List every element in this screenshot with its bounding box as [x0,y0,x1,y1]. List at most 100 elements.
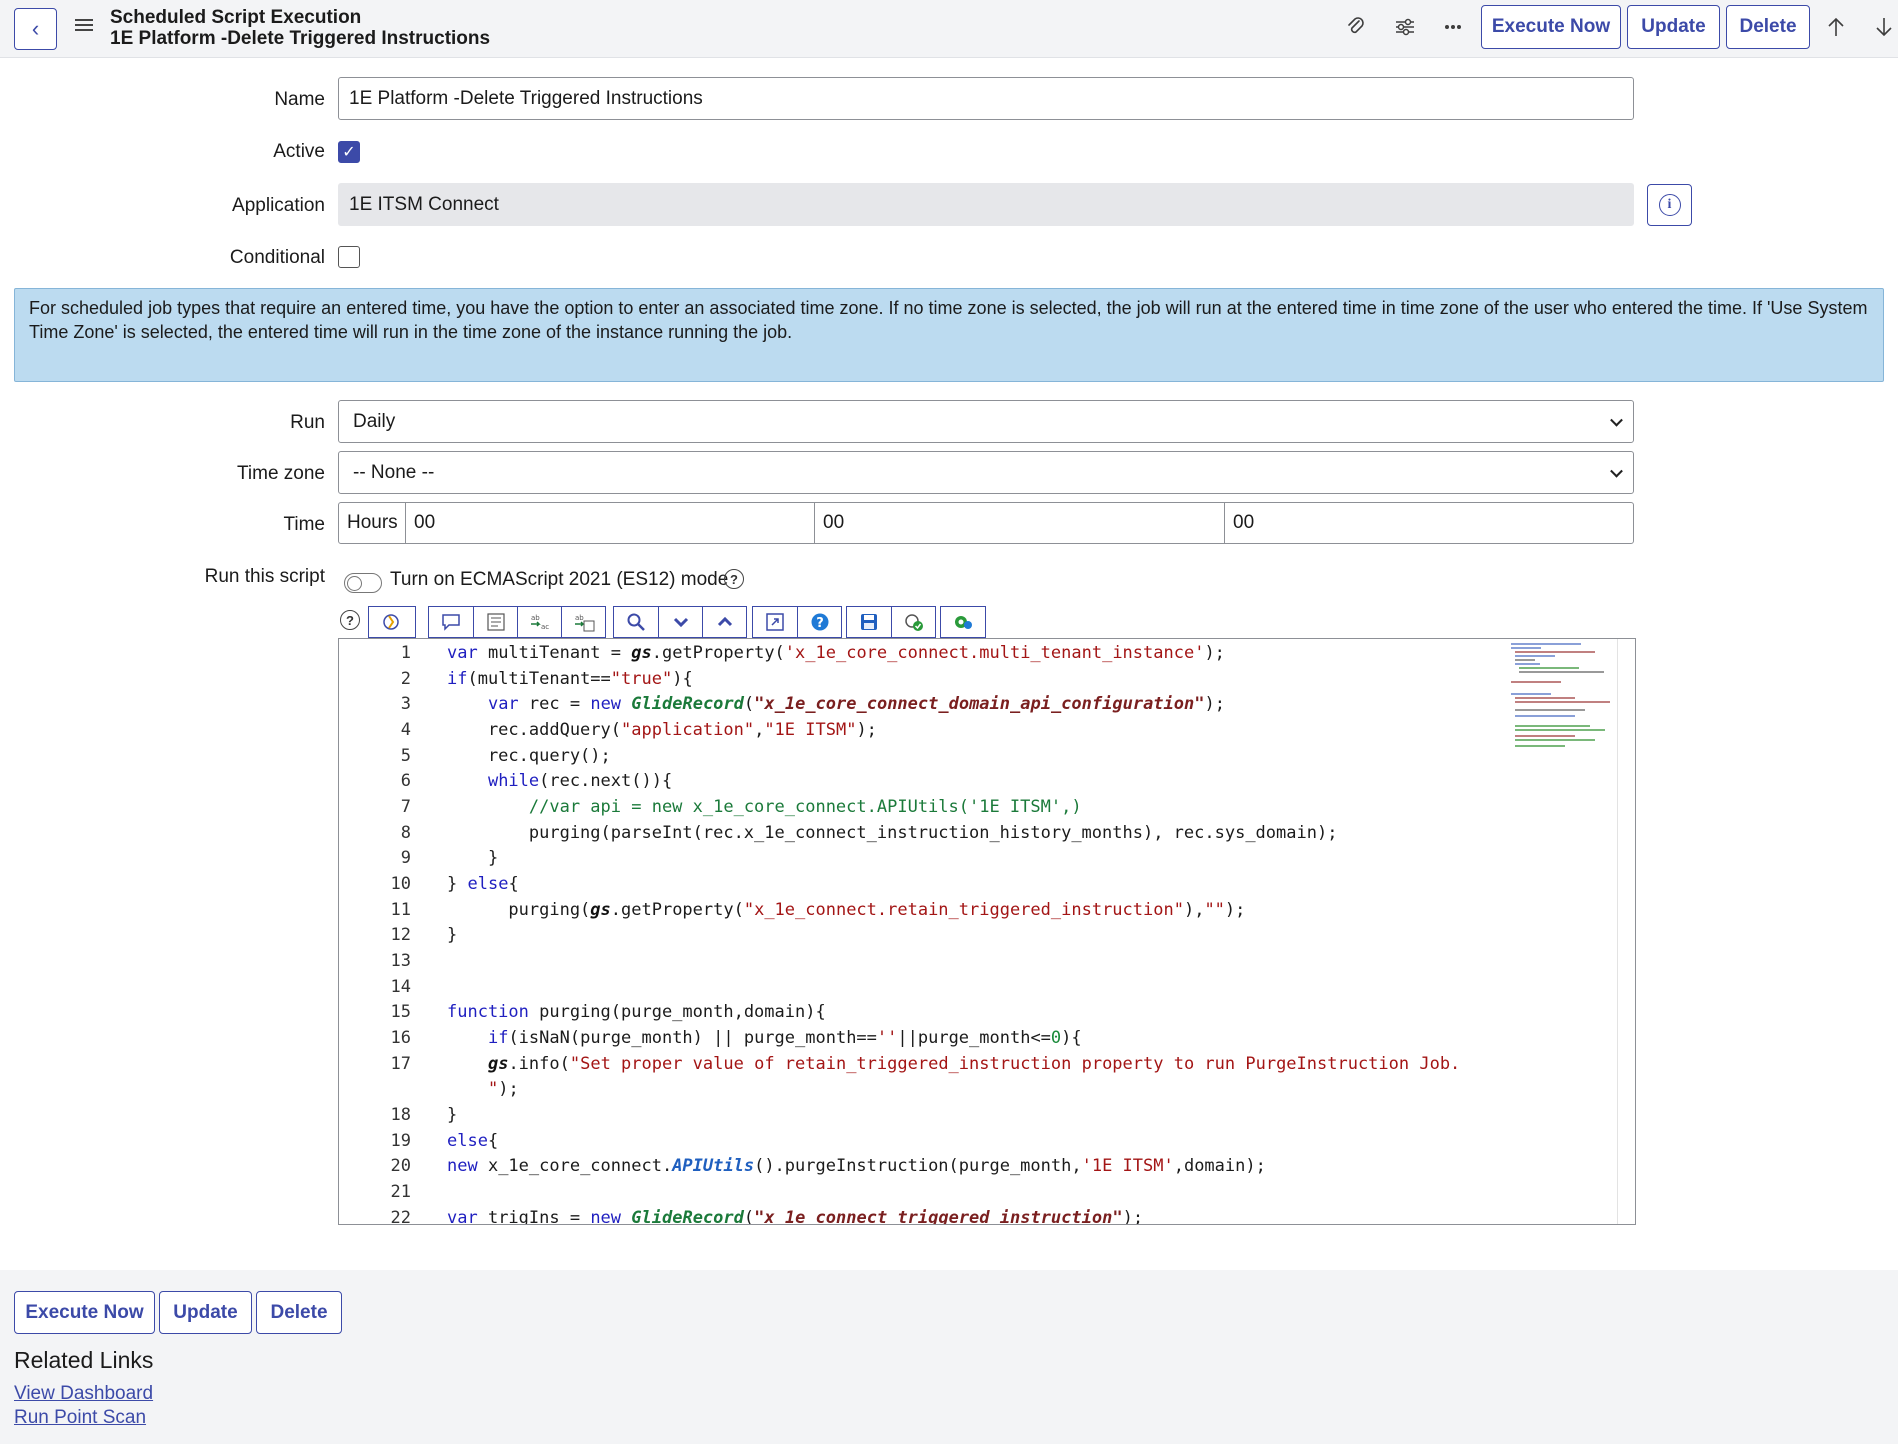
active-checkbox[interactable]: ✓ [338,141,360,163]
back-button[interactable]: ‹ [14,8,57,50]
timezone-label: Time zone [237,463,325,484]
timezone-select[interactable]: -- None -- [338,451,1634,494]
line-number: 3 [400,694,411,714]
es12-toggle[interactable] [344,573,382,593]
name-field[interactable]: 1E Platform -Delete Triggered Instructio… [338,77,1634,120]
hours-addon: Hours [338,502,406,544]
syntax-checking-button[interactable] [369,607,413,637]
svg-text:ab: ab [575,614,584,622]
footer-update-button[interactable]: Update [159,1291,252,1334]
code-line: } else{ [447,874,519,894]
time-label: Time [283,514,325,535]
line-number: 14 [390,977,411,997]
script-editor[interactable]: 1 2 3 4 5 6 7 8 9 10 11 12 13 14 15 16 1… [338,638,1636,1225]
run-label: Run [290,412,325,433]
line-number: 2 [400,669,411,689]
run-point-scan-link[interactable]: Run Point Scan [14,1407,146,1429]
replace-button[interactable]: ab ac [517,607,561,637]
record-name: 1E Platform -Delete Triggered Instructio… [110,28,491,49]
editor-help-icon[interactable]: ? [340,610,360,630]
replace-all-button[interactable]: ab [561,607,605,637]
footer-delete-button[interactable]: Delete [256,1291,342,1334]
script-debug-button[interactable] [891,607,935,637]
code-line: "); [487,1079,519,1099]
line-number: 12 [390,925,411,945]
es12-label: Turn on ECMAScript 2021 (ES12) mode [390,569,729,590]
checkmark-icon: ✓ [342,144,356,161]
code-line: if(multiTenant=="true"){ [447,669,693,689]
code-line: new x_1e_core_connect.APIUtils().purgeIn… [447,1156,1266,1176]
update-button[interactable]: Update [1627,5,1720,49]
code-line: gs.info("Set proper value of retain_trig… [487,1054,1461,1074]
code-minimap[interactable] [1507,641,1610,761]
help-icon[interactable]: ? [724,569,744,589]
code-line: } [447,925,458,945]
toolbar-group-view: ? [752,606,842,638]
record-header: ‹ Scheduled Script Execution 1E Platform… [0,0,1898,58]
line-number: 6 [400,771,411,791]
collapse-button[interactable] [702,607,746,637]
code-line: rec.query(); [447,746,611,766]
arrow-down-icon[interactable] [1871,14,1897,40]
script-label: Run this script [204,566,325,587]
code-line: purging(gs.getProperty("x_1e_connect.ret… [447,900,1246,920]
line-number: 10 [390,874,411,894]
code-line: else{ [447,1131,499,1151]
line-number: 20 [390,1156,411,1176]
line-number: 13 [390,951,411,971]
menu-icon[interactable] [75,17,93,33]
arrow-up-icon[interactable] [1823,14,1849,40]
line-number: 7 [400,797,411,817]
record-type: Scheduled Script Execution [110,7,362,28]
replace-all-icon: ab [573,612,595,632]
format-code-icon [485,612,507,632]
footer-execute-now-button[interactable]: Execute Now [14,1291,155,1334]
code-line: //var api = new x_1e_core_connect.APIUti… [528,797,1082,817]
application-label: Application [232,195,325,216]
collapse-icon [714,612,736,632]
delete-button[interactable]: Delete [1726,5,1810,49]
expand-button[interactable] [658,607,702,637]
time-seconds-input[interactable]: 00 [1224,502,1634,544]
editor-scrollbar[interactable] [1617,639,1635,1224]
execute-now-button[interactable]: Execute Now [1481,5,1621,49]
line-number: 15 [390,1002,411,1022]
line-number-gutter: 1 2 3 4 5 6 7 8 9 10 11 12 13 14 15 16 1… [339,639,419,1224]
toolbar-group-syntax-toggle [940,606,986,638]
script-help-button[interactable]: ? [797,607,841,637]
time-hours-input[interactable]: 00 [405,502,815,544]
fullscreen-button[interactable] [753,607,797,637]
fullscreen-icon [764,612,786,632]
code-line: purging(parseInt(rec.x_1e_connect_instru… [447,823,1338,843]
application-info-button[interactable]: i [1647,184,1692,226]
code-line: function purging(purge_month,domain){ [447,1002,826,1022]
chevron-down-icon [1610,464,1623,478]
run-select-value: Daily [353,410,396,432]
conditional-checkbox[interactable] [338,246,360,268]
save-button[interactable] [847,607,891,637]
format-code-button[interactable] [473,607,517,637]
replace-icon: ab ac [529,612,551,632]
line-number: 21 [390,1182,411,1202]
time-minutes-input[interactable]: 00 [814,502,1225,544]
settings-sliders-icon[interactable] [1392,14,1418,40]
paperclip-icon[interactable] [1343,14,1369,40]
timezone-select-value: -- None -- [353,461,435,483]
toolbar-group-syntax [368,606,416,638]
code-line: if(isNaN(purge_month) || purge_month==''… [487,1028,1082,1048]
run-select[interactable]: Daily [338,400,1634,443]
svg-text:ab: ab [531,614,540,622]
toggle-syntax-button[interactable] [941,607,985,637]
code-line: while(rec.next()){ [487,771,673,791]
conditional-label: Conditional [229,247,325,268]
search-button[interactable] [614,607,658,637]
toolbar-group-search [613,606,747,638]
svg-text:ac: ac [541,623,549,631]
comment-button[interactable] [429,607,473,637]
line-number: 1 [400,643,411,663]
script-debug-icon [903,612,925,632]
code-line: } [447,1105,458,1125]
more-icon[interactable] [1440,14,1466,40]
view-dashboard-link[interactable]: View Dashboard [14,1383,153,1405]
application-field: 1E ITSM Connect [338,183,1634,226]
